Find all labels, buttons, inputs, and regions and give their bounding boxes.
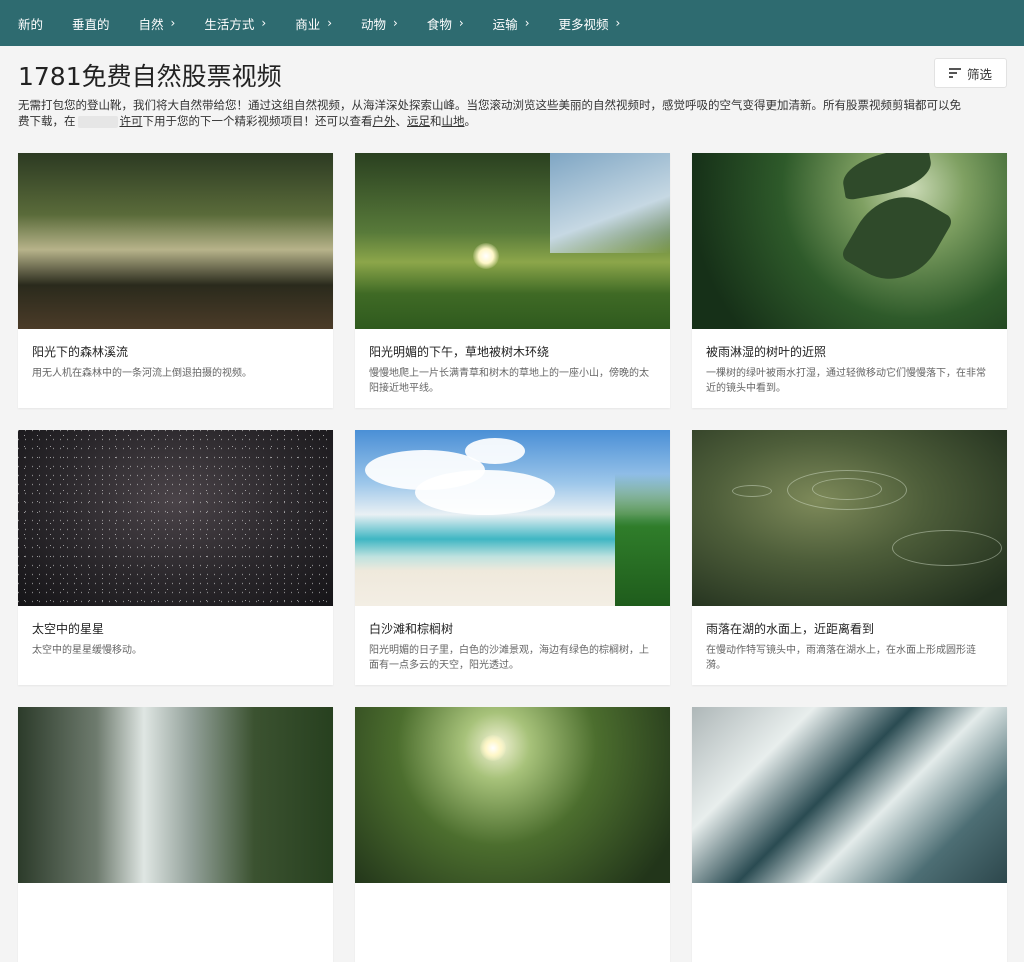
video-thumbnail[interactable] [692,707,1007,883]
hiking-link[interactable]: 远足 [407,114,430,128]
video-card[interactable] [355,707,670,962]
cloud-decoration [415,470,555,515]
nav-label: 新的 [18,16,44,32]
video-title[interactable]: 雨落在湖的水面上，近距离看到 [706,622,993,637]
chevron-right-icon: › [524,16,530,30]
nav-label: 食物 [426,16,452,32]
chevron-right-icon: › [170,16,176,30]
nav-item-vertical[interactable]: 垂直的 [72,14,110,33]
video-thumbnail[interactable] [355,153,670,329]
chevron-right-icon: › [615,16,621,30]
video-card[interactable]: 白沙滩和棕榈树 阳光明媚的日子里，白色的沙滩景观，海边有绿色的棕榈树，上面有一点… [355,430,670,685]
nav-item-lifestyle[interactable]: 生活方式 › [204,14,266,33]
conjunction-text: 和 [430,114,442,128]
chevron-right-icon: › [458,16,464,30]
video-thumbnail[interactable] [692,430,1007,606]
video-thumbnail[interactable] [18,707,333,883]
video-description: 一棵树的绿叶被雨水打湿，通过轻微移动它们慢慢落下，在非常近的镜头中看到。 [706,368,986,394]
redacted-text [77,115,118,128]
card-body: 雨落在湖的水面上，近距离看到 在慢动作特写镜头中，雨滴落在湖水上，在水面上形成圆… [692,606,1007,685]
video-title[interactable]: 白沙滩和棕榈树 [369,622,656,637]
video-description: 太空中的星星缓慢移动。 [32,645,142,656]
video-card[interactable]: 雨落在湖的水面上，近距离看到 在慢动作特写镜头中，雨滴落在湖水上，在水面上形成圆… [692,430,1007,685]
video-title[interactable]: 阳光明媚的下午，草地被树木环绕 [369,345,656,360]
nav-label: 更多视频 [558,16,609,32]
cloud-decoration [465,438,525,464]
video-card[interactable]: 阳光明媚的下午，草地被树木环绕 慢慢地爬上一片长满青草和树木的草地上的一座小山，… [355,153,670,408]
nav-item-food[interactable]: 食物 › [427,14,464,33]
video-title[interactable]: 被雨淋湿的树叶的近照 [706,345,993,360]
sun-decoration [480,735,506,761]
card-body: 太空中的星星 太空中的星星缓慢移动。 [18,606,333,685]
filter-label: 筛选 [966,66,992,82]
nav-label: 自然 [138,16,164,32]
video-title[interactable]: 阳光下的森林溪流 [32,345,319,360]
ripple-decoration [732,485,772,497]
page-title: 1781免费自然股票视频 [18,62,282,91]
nav-label: 生活方式 [204,16,255,32]
palm-decoration [615,430,670,606]
video-description: 用无人机在森林中的一条河流上倒退拍摄的视频。 [32,368,252,379]
nav-label: 商业 [295,16,321,32]
page-header: 1781免费自然股票视频 筛选 [0,46,1024,94]
video-thumbnail[interactable] [355,430,670,606]
description-end: 。 [464,114,477,128]
nav-item-new[interactable]: 新的 [18,14,43,33]
video-thumbnail[interactable] [692,153,1007,329]
license-link[interactable]: 许可 [120,114,143,128]
video-thumbnail[interactable] [18,153,333,329]
nav-item-more-videos[interactable]: 更多视频 › [559,14,621,33]
video-title[interactable]: 太空中的星星 [32,622,319,637]
top-navigation: 新的 垂直的 自然 › 生活方式 › 商业 › 动物 › 食物 › 运输 › 更多视频 › [0,0,1024,46]
separator-text: 、 [395,114,408,128]
sun-decoration [473,243,499,269]
nav-label: 运输 [492,16,518,32]
card-body [355,883,670,962]
nav-label: 垂直的 [72,16,110,32]
video-description: 慢慢地爬上一片长满青草和树木的草地上的一座小山，傍晚的太阳接近地平线。 [369,368,649,394]
chevron-right-icon: › [327,16,333,30]
description-text: 下用于您的下一个精彩视频项目！还可以查看 [142,114,373,128]
chevron-right-icon: › [261,16,267,30]
chevron-right-icon: › [393,16,398,30]
card-body [18,883,333,962]
video-card[interactable]: 阳光下的森林溪流 用无人机在森林中的一条河流上倒退拍摄的视频。 [18,153,333,408]
video-grid: 阳光下的森林溪流 用无人机在森林中的一条河流上倒退拍摄的视频。 阳光明媚的下午，… [18,153,1008,962]
nav-label: 动物 [361,16,387,32]
card-body: 阳光明媚的下午，草地被树木环绕 慢慢地爬上一片长满青草和树木的草地上的一座小山，… [355,329,670,408]
ripple-decoration [892,530,1002,566]
video-thumbnail[interactable] [18,430,333,606]
card-body: 阳光下的森林溪流 用无人机在森林中的一条河流上倒退拍摄的视频。 [18,329,333,408]
video-card[interactable]: 太空中的星星 太空中的星星缓慢移动。 [18,430,333,685]
video-card[interactable]: 被雨淋湿的树叶的近照 一棵树的绿叶被雨水打湿，通过轻微移动它们慢慢落下，在非常近… [692,153,1007,408]
leaf-decoration [839,153,935,201]
mountain-link[interactable]: 山地 [442,114,465,128]
ripple-decoration [812,478,882,500]
sky-decoration [550,153,670,253]
nav-item-transport[interactable]: 运输 › [493,14,530,33]
nav-item-business[interactable]: 商业 › [295,14,332,33]
video-description: 阳光明媚的日子里，白色的沙滩景观，海边有绿色的棕榈树，上面有一点多云的天空，阳光… [369,645,649,671]
video-thumbnail[interactable] [355,707,670,883]
video-description: 在慢动作特写镜头中，雨滴落在湖水上，在水面上形成圆形涟漪。 [706,645,976,671]
video-card[interactable] [18,707,333,962]
page-description: 无需打包您的登山靴，我们将大自然带给您！通过这组自然视频，从海洋深处探索山峰。当… [0,94,1024,129]
outdoor-link[interactable]: 户外 [373,114,396,128]
nav-item-nature[interactable]: 自然 › [139,14,176,33]
filter-lines-icon [948,68,961,78]
card-body: 白沙滩和棕榈树 阳光明媚的日子里，白色的沙滩景观，海边有绿色的棕榈树，上面有一点… [355,606,670,685]
nav-item-animals[interactable]: 动物 › [361,14,398,33]
card-body [692,883,1007,962]
filter-button[interactable]: 筛选 [934,58,1007,88]
card-body: 被雨淋湿的树叶的近照 一棵树的绿叶被雨水打湿，通过轻微移动它们慢慢落下，在非常近… [692,329,1007,408]
video-card[interactable] [692,707,1007,962]
stars-decoration [18,430,333,606]
